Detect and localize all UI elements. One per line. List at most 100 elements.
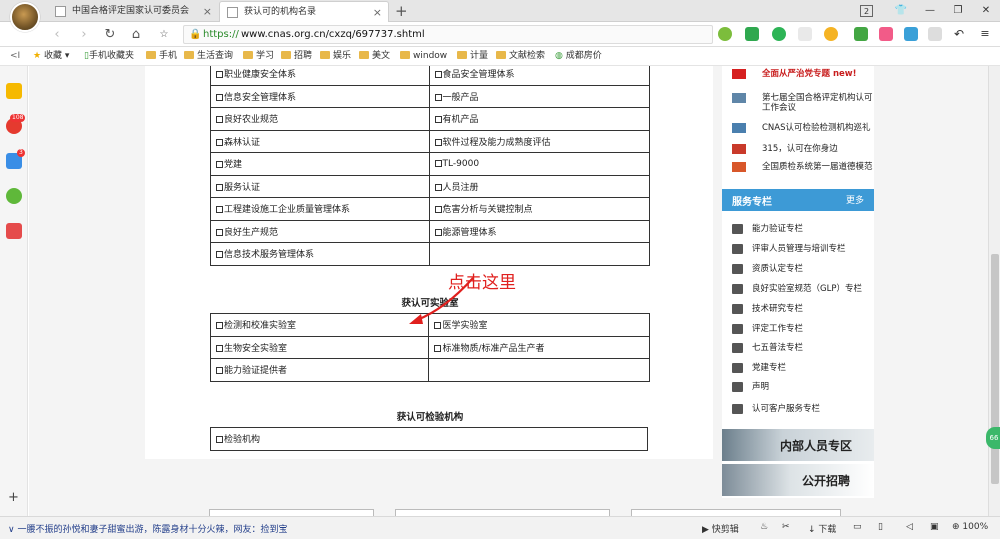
tab-accredited-directory[interactable]: 获认可的机构名录 ×: [219, 1, 389, 22]
table-cell[interactable]: 生物安全实验室: [209, 335, 430, 359]
sidebar-toggle-icon[interactable]: <I: [10, 50, 20, 63]
table-cell[interactable]: 人员注册: [428, 174, 651, 198]
back-icon[interactable]: ‹: [48, 26, 66, 44]
service-item[interactable]: 良好实验室规范（GLP）专栏: [732, 282, 872, 296]
close-window-icon[interactable]: ✕: [978, 3, 994, 19]
add-icon[interactable]: +: [8, 490, 19, 505]
bookmark-folder[interactable]: 手机: [146, 50, 177, 63]
table-cell[interactable]: 能源管理体系: [428, 219, 651, 243]
table-cell[interactable]: 工程建设施工企业质量管理体系: [210, 197, 430, 221]
home-icon[interactable]: ⌂: [127, 26, 145, 44]
favorites-star-icon[interactable]: [6, 83, 22, 99]
checkbox-icon[interactable]: [216, 138, 223, 146]
table-cell[interactable]: 危害分析与关键控制点: [428, 197, 651, 221]
more-link[interactable]: 更多: [846, 193, 864, 206]
scissors-small-icon[interactable]: ✂: [782, 522, 790, 532]
checkbox-icon[interactable]: [434, 138, 442, 146]
speaker-icon[interactable]: ◁: [906, 522, 913, 532]
service-item[interactable]: 技术研究专栏: [732, 302, 872, 316]
checkbox-icon[interactable]: [216, 116, 223, 124]
table-cell[interactable]: 信息安全管理体系: [210, 84, 430, 108]
checkbox-icon[interactable]: [216, 228, 223, 236]
translate-icon[interactable]: [772, 27, 786, 41]
printer-icon[interactable]: ▣: [930, 522, 939, 532]
service-item[interactable]: 评审人员管理与培训专栏: [732, 242, 872, 256]
checkbox-icon[interactable]: [216, 436, 223, 444]
layout-icon[interactable]: ▭: [853, 522, 862, 532]
bookmark-folder[interactable]: 招聘: [281, 50, 312, 63]
restore-icon[interactable]: ❐: [950, 3, 966, 19]
gift-icon[interactable]: ♨: [760, 522, 768, 532]
checkbox-icon[interactable]: [434, 206, 442, 214]
table-cell[interactable]: 职业健康安全体系: [210, 66, 430, 86]
checkbox-icon[interactable]: [216, 206, 223, 214]
service-item[interactable]: 能力验证专栏: [732, 222, 872, 236]
table-cell[interactable]: 森林认证: [210, 129, 430, 153]
service-item[interactable]: 声明: [732, 380, 872, 394]
reload-icon[interactable]: ↻: [101, 26, 119, 44]
bookmark-folder[interactable]: 娱乐: [320, 50, 351, 63]
address-bar[interactable]: 🔒 https:// www.cnas.org.cn/cxzq/697737.s…: [183, 25, 713, 44]
bookmark-link[interactable]: ◍ 成都房价: [555, 50, 602, 63]
service-item[interactable]: 七五普法专栏: [732, 341, 872, 355]
bookmark-folder[interactable]: 计量: [457, 50, 488, 63]
status-news-ticker[interactable]: ∨ 一腰不振的孙悦和妻子甜蜜出游，陈露身材十分火辣，网友：捡到宝: [8, 522, 287, 535]
undo-icon[interactable]: ↶: [952, 27, 966, 41]
close-icon[interactable]: ×: [203, 1, 212, 22]
parrot-icon[interactable]: [718, 27, 732, 41]
star-outline-icon[interactable]: ☆: [155, 26, 173, 44]
tab-cnas-home[interactable]: 中国合格评定国家认可委员会 ×: [48, 1, 218, 22]
checkbox-icon[interactable]: [434, 228, 442, 236]
new-tab-button[interactable]: +: [395, 1, 408, 21]
checkbox-icon[interactable]: [216, 344, 223, 352]
table-cell[interactable]: 良好农业规范: [210, 107, 430, 131]
bookmark-folder[interactable]: window: [400, 50, 447, 63]
book-icon[interactable]: [854, 27, 868, 41]
checkbox-icon[interactable]: [216, 93, 223, 101]
coin-icon[interactable]: [824, 27, 838, 41]
download-button[interactable]: ↓ 下载: [808, 522, 836, 535]
close-icon[interactable]: ×: [373, 2, 382, 22]
checkbox-icon[interactable]: [434, 71, 442, 79]
table-cell[interactable]: 检验机构: [210, 427, 648, 451]
menu-icon[interactable]: ≡: [978, 27, 992, 41]
checkbox-icon[interactable]: [216, 322, 223, 330]
internal-staff-banner[interactable]: 内部人员专区: [722, 429, 874, 461]
checkbox-icon[interactable]: [434, 183, 442, 191]
scissors-icon[interactable]: [745, 27, 759, 41]
checkbox-icon[interactable]: [434, 93, 442, 101]
checkbox-icon[interactable]: [216, 161, 223, 169]
trash-icon[interactable]: ▯: [878, 522, 883, 532]
table-cell[interactable]: 良好生产规范: [210, 219, 430, 243]
checkbox-icon[interactable]: [216, 71, 223, 79]
bookmark-folder[interactable]: 学习: [243, 50, 274, 63]
mall-icon[interactable]: [879, 27, 893, 41]
checkbox-icon[interactable]: [434, 159, 442, 167]
phone-device-icon[interactable]: [928, 27, 942, 41]
service-item[interactable]: 认可客户服务专栏: [732, 402, 872, 416]
table-cell[interactable]: 有机产品: [428, 107, 651, 131]
shirt-icon[interactable]: 👕: [893, 3, 909, 19]
service-item[interactable]: 资质认定专栏: [732, 262, 872, 276]
quick-clip-button[interactable]: ▶ 快剪辑: [702, 522, 739, 535]
checkbox-icon[interactable]: [216, 367, 223, 375]
bookmark-folder[interactable]: 生活查询: [184, 50, 233, 63]
zoom-button[interactable]: ⊕ 100%: [952, 522, 988, 532]
jobs-banner[interactable]: 公开招聘: [722, 464, 874, 496]
table-cell[interactable]: 标准物质/标准产品生产者: [428, 335, 650, 359]
checkbox-icon[interactable]: [216, 183, 223, 191]
table-cell[interactable]: TL-9000: [428, 152, 651, 176]
bookmark-folder[interactable]: 美文: [359, 50, 390, 63]
table-cell[interactable]: 能力验证提供者: [209, 358, 430, 382]
checkbox-icon[interactable]: [434, 116, 442, 124]
apps-icon[interactable]: [904, 27, 918, 41]
parrot-icon[interactable]: [6, 188, 22, 204]
user-avatar[interactable]: [10, 2, 40, 32]
table-cell[interactable]: 软件过程及能力成熟度评估: [428, 129, 651, 153]
checkbox-icon[interactable]: [216, 251, 223, 259]
service-item[interactable]: 评定工作专栏: [732, 322, 872, 336]
forward-icon[interactable]: ›: [75, 26, 93, 44]
table-cell[interactable]: 一般产品: [428, 84, 651, 108]
scrollbar-thumb[interactable]: [991, 254, 999, 484]
game-icon[interactable]: [6, 223, 22, 239]
